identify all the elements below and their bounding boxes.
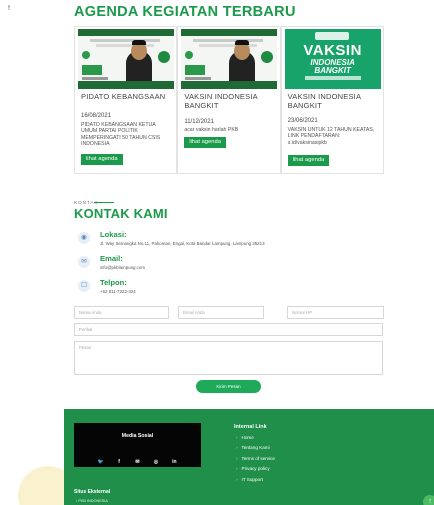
footer-link-support[interactable]: IT Support [236, 475, 275, 485]
facebook-icon[interactable]: f [112, 459, 126, 465]
agenda-card-title: PIDATO KEBANGSAAN [81, 92, 166, 101]
instagram-icon[interactable]: ◎ [149, 459, 163, 465]
contact-label: Lokasi: [100, 230, 127, 239]
phone-field[interactable] [287, 306, 384, 319]
poster-headline: VAKSIN [303, 42, 362, 59]
poster-graphic [181, 29, 278, 89]
agenda-card: PIDATO KEBANGSAAN 16/08/2021 PIDATO KEBA… [74, 26, 178, 174]
email-icon[interactable]: ✉ [131, 459, 145, 465]
view-agenda-button[interactable]: lihat agenda [184, 137, 226, 148]
contact-value: Jl. Way Semangka No.11, Pahoman, Engal, … [100, 241, 265, 246]
social-icon-row: 🐦 f ✉ ◎ in [74, 450, 201, 468]
footer-link-about[interactable]: Tentang Kami [236, 443, 275, 453]
back-to-top-button[interactable]: ↑ [423, 495, 434, 505]
footer-link-privacy[interactable]: Privacy policy [236, 464, 275, 474]
agenda-card-date: 11/12/2021 [184, 119, 214, 125]
twitter-icon[interactable]: 🐦 [94, 459, 108, 465]
external-link-label: PKB INDONESIA [78, 499, 108, 503]
agenda-card-list: PIDATO KEBANGSAAN 16/08/2021 PIDATO KEBA… [74, 26, 384, 174]
contact-value[interactable]: info@pkblampung.com [100, 265, 145, 270]
agenda-poster-image[interactable] [181, 29, 278, 89]
footer-link-terms[interactable]: Terms of service [236, 454, 275, 464]
social-media-title: Media Sosial [121, 433, 154, 439]
party-emblem-icon [158, 51, 170, 63]
contact-section-title: KONTAK KAMI [74, 206, 168, 221]
agenda-poster-image[interactable] [78, 29, 174, 89]
name-field[interactable] [74, 306, 169, 319]
external-sites-title: Situs Eksternal [74, 489, 111, 495]
party-emblem-icon [261, 51, 274, 63]
external-link[interactable]: › PKB INDONESIA [76, 499, 108, 503]
contact-label: Telpon: [100, 278, 127, 287]
subject-field[interactable] [74, 323, 383, 336]
contact-label: Email: [100, 254, 123, 263]
phone-icon: ☐ [78, 280, 90, 292]
agenda-card-date: 16/08/2021 [81, 113, 112, 119]
contact-item-phone: ☐ Telpon: +62 811-7222-324 [78, 278, 136, 294]
internal-links-list: Home Tentang Kami Terms of service Priva… [236, 433, 275, 485]
agenda-card: VAKSIN INDONESIA BANGKIT 11/12/2021 acar… [177, 26, 281, 174]
agenda-card-title: VAKSIN INDONESIA BANGKIT [287, 92, 361, 110]
site-footer: Media Sosial 🐦 f ✉ ◎ in Internal Link Ho… [64, 409, 434, 505]
agenda-section-title: AGENDA KEGIATAN TERBARU [74, 4, 296, 20]
contact-item-location: ◉ Lokasi: Jl. Way Semangka No.11, Pahoma… [78, 230, 265, 246]
social-media-box: Media Sosial 🐦 f ✉ ◎ in [74, 423, 201, 467]
contact-item-email: ✉ Email: info@pkblampung.com [78, 254, 145, 270]
linkedin-icon[interactable]: in [167, 459, 181, 465]
pkb-logo-icon [185, 51, 194, 59]
view-agenda-button[interactable]: lihat agenda [81, 154, 123, 165]
kicker-divider [94, 202, 114, 203]
footer-link-home[interactable]: Home [236, 433, 275, 443]
email-field[interactable] [178, 306, 264, 319]
agenda-card: VAKSIN INDONESIA BANGKIT VAKSIN INDONESI… [280, 26, 384, 174]
pkb-logo-icon [82, 51, 90, 59]
email-icon: ✉ [78, 256, 90, 268]
poster-graphic [78, 29, 174, 89]
vaccine-poster-graphic: VAKSIN INDONESIA BANGKIT [284, 29, 381, 89]
internal-links-title: Internal Link [234, 424, 267, 430]
contact-value[interactable]: +62 811-7222-324 [100, 289, 136, 294]
view-agenda-button[interactable]: lihat agenda [287, 155, 330, 166]
agenda-card-description: acar vaksin harlah PKB [184, 127, 239, 133]
agenda-card-title: VAKSIN INDONESIA BANGKIT [184, 92, 258, 110]
agenda-poster-image[interactable]: VAKSIN INDONESIA BANGKIT [284, 29, 381, 89]
message-field[interactable] [74, 341, 383, 375]
submit-message-button[interactable]: Kirim Pesan [196, 380, 261, 393]
agenda-card-description: VAKSIN UNTUK 12 TAHUN KEATAS, LINK PENDA… [287, 127, 375, 146]
agenda-card-description: PIDATO KEBANGSAAN KETUA UMUM PARTAI POLI… [81, 122, 161, 147]
poster-subline: BANGKIT [314, 66, 351, 75]
arrow-up-icon: ↑ [428, 498, 432, 505]
stray-mark: ! [8, 5, 10, 12]
location-icon: ◉ [78, 232, 90, 244]
agenda-card-date: 23/06/2021 [287, 118, 318, 124]
pkb-logo-icon [314, 32, 349, 40]
